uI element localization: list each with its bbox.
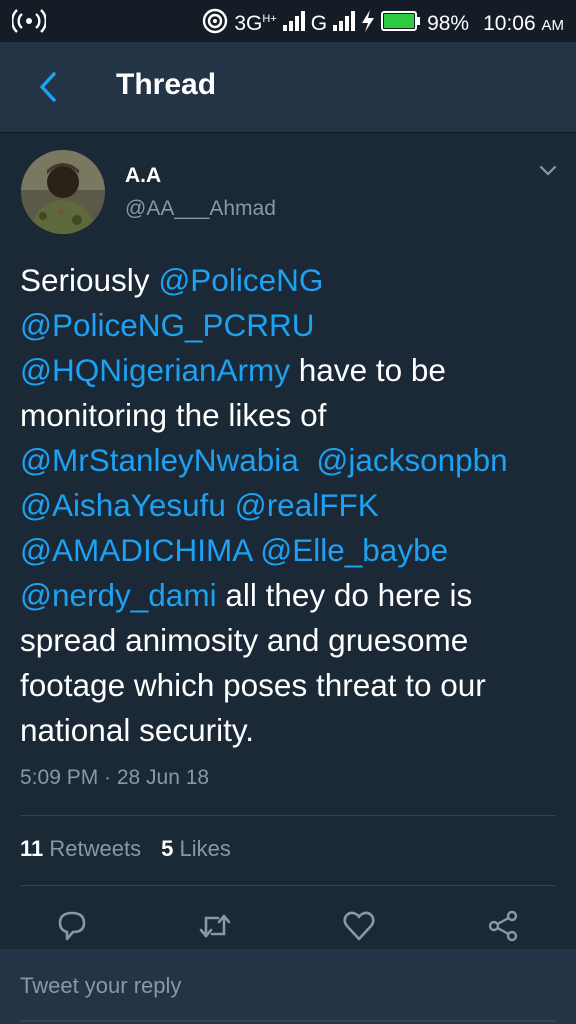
likes-count: 5 xyxy=(161,836,174,861)
tweet-text: Seriously @PoliceNG @PoliceNG_PCRRU @HQNig… xyxy=(20,258,565,753)
like-icon[interactable] xyxy=(341,908,377,944)
clock: 10:06 AM xyxy=(483,12,564,35)
author-handle[interactable]: @AA___Ahmad xyxy=(125,197,276,221)
status-bar: 3GH+ G 98% 10:06 AM xyxy=(0,0,576,42)
reply-composer: Tweet your reply xyxy=(0,949,576,1024)
mention-link[interactable]: @HQNigerianArmy xyxy=(20,352,290,388)
reply-input[interactable]: Tweet your reply xyxy=(20,973,181,999)
likes-stat[interactable]: 5 Likes xyxy=(161,836,231,862)
divider xyxy=(20,885,556,886)
divider xyxy=(20,815,556,816)
tweet-text-line: @PoliceNG_PCRRU xyxy=(20,303,565,348)
signal-icon xyxy=(282,11,305,37)
mention-link[interactable]: @realFFK xyxy=(235,487,379,523)
mention-link[interactable]: @nerdy_dami xyxy=(20,577,217,613)
tweet-text-line: Seriously @PoliceNG xyxy=(20,258,565,303)
tweet-text-line: @AMADICHIMA @Elle_baybe xyxy=(20,528,565,573)
mention-link[interactable]: @PoliceNG xyxy=(158,262,323,298)
tweet-text-line: @AishaYesufu @realFFK xyxy=(20,483,565,528)
mention-link[interactable]: @Elle_baybe xyxy=(260,532,448,568)
charging-icon xyxy=(361,10,375,38)
page-title: Thread xyxy=(116,68,217,101)
retweets-label: Retweets xyxy=(49,836,142,861)
tweet-text-segment: have to be xyxy=(290,352,446,388)
tweet-text-line: @MrStanleyNwabia @jacksonpbn xyxy=(20,438,565,483)
retweets-stat[interactable]: 11 Retweets xyxy=(20,836,141,862)
tweet-stats: 11 Retweets 5 Likes xyxy=(20,836,231,862)
hotspot-icon xyxy=(11,9,47,39)
share-icon[interactable] xyxy=(485,908,521,944)
tweet-text-segment: monitoring the likes of xyxy=(20,397,327,433)
tweet-text-line: footage which poses threat to our xyxy=(20,663,565,708)
tweet-text-line: @HQNigerianArmy have to be xyxy=(20,348,565,393)
tweet-text-segment: footage which poses threat to our xyxy=(20,667,486,703)
tweet-text-segment: Seriously xyxy=(20,262,159,298)
mention-link[interactable]: @AMADICHIMA xyxy=(20,532,252,568)
tweet-text-segment xyxy=(299,442,317,478)
avatar[interactable] xyxy=(21,150,105,234)
tweet-text-segment: spread animosity and gruesome xyxy=(20,622,469,658)
tweet-text-segment: all they do here is xyxy=(216,577,473,613)
battery-icon xyxy=(381,10,421,38)
author-name[interactable]: A.A xyxy=(125,164,161,188)
network-type: 3GH+ xyxy=(234,12,277,35)
chevron-down-icon[interactable] xyxy=(538,164,558,178)
reply-underline xyxy=(20,1020,556,1022)
battery-percent: 98% xyxy=(427,12,470,35)
network-type-2: G xyxy=(310,12,328,35)
reply-icon[interactable] xyxy=(54,908,90,944)
back-arrow-icon[interactable] xyxy=(34,70,64,104)
tweet-text-line: @nerdy_dami all they do here is xyxy=(20,573,565,618)
tweet-text-segment xyxy=(252,532,261,568)
likes-label: Likes xyxy=(179,836,231,861)
mention-link[interactable]: @MrStanleyNwabia xyxy=(20,442,299,478)
tweet-text-segment xyxy=(226,487,235,523)
mention-link[interactable]: @AishaYesufu xyxy=(20,487,226,523)
header-bar: Thread xyxy=(0,42,576,132)
mention-link[interactable]: @jacksonpbn xyxy=(316,442,507,478)
signal-icon-2 xyxy=(333,11,356,37)
tweet-timestamp: 5:09 PM · 28 Jun 18 xyxy=(20,766,210,789)
tweet-text-line: national security. xyxy=(20,708,565,753)
mention-link[interactable]: @PoliceNG_PCRRU xyxy=(20,307,315,343)
tweet-text-line: monitoring the likes of xyxy=(20,393,565,438)
retweet-icon[interactable] xyxy=(197,908,233,944)
tweet-text-segment: national security. xyxy=(20,712,255,748)
tweet-text-line: spread animosity and gruesome xyxy=(20,618,565,663)
retweets-count: 11 xyxy=(20,836,44,861)
wifi-icon xyxy=(202,8,228,40)
